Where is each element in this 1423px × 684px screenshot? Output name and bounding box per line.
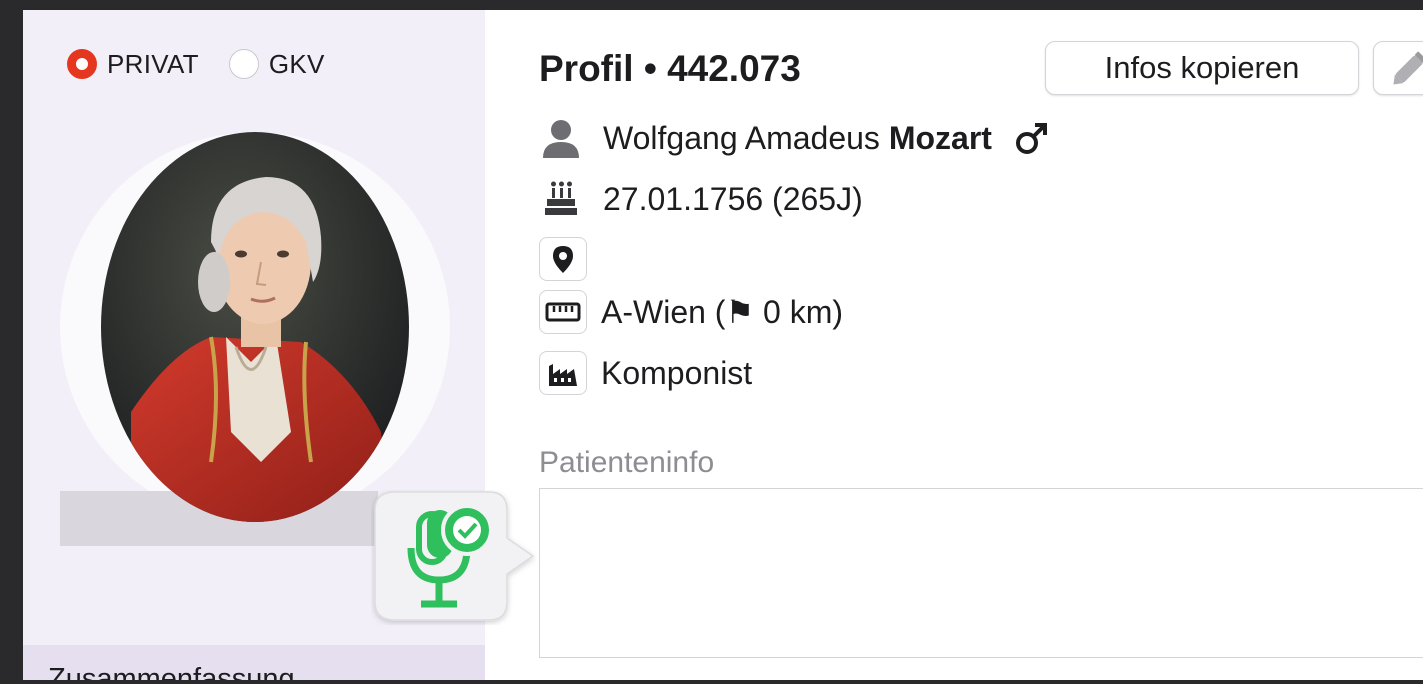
patient-last-name: Mozart bbox=[888, 119, 992, 156]
gender-indicator bbox=[1014, 120, 1050, 156]
portrait-image bbox=[101, 132, 409, 522]
ruler-icon bbox=[545, 302, 581, 322]
patient-info-field[interactable] bbox=[539, 488, 1423, 658]
tab-summary-label: Zusammenfassung bbox=[48, 663, 295, 680]
birth-date: 27.01.1756 (265J) bbox=[603, 180, 863, 217]
edit-button[interactable] bbox=[1373, 41, 1423, 95]
address-row bbox=[539, 235, 587, 283]
page-title: Profil • 442.073 bbox=[539, 48, 801, 89]
occupation-row: Komponist bbox=[539, 349, 752, 397]
radio-gkv-label: GKV bbox=[268, 48, 325, 79]
copy-info-button[interactable]: Infos kopieren bbox=[1045, 41, 1359, 95]
male-icon bbox=[1015, 123, 1047, 154]
insurance-radio-group: PRIVAT GKV bbox=[67, 48, 325, 80]
distance-button[interactable] bbox=[539, 290, 587, 334]
patient-info-label: Patienteninfo bbox=[539, 446, 715, 479]
location-button[interactable] bbox=[539, 237, 587, 281]
tab-summary[interactable]: Zusammenfassung bbox=[23, 645, 485, 680]
birth-row: 27.01.1756 (265J) bbox=[539, 175, 863, 223]
patient-window: PRIVAT GKV Zusammenfassung Profil • 442.… bbox=[23, 10, 1423, 680]
birthday-cake-icon bbox=[545, 181, 577, 215]
pencil-icon bbox=[1393, 51, 1423, 85]
radio-gkv-indicator bbox=[228, 49, 259, 79]
occupation-button[interactable] bbox=[539, 351, 587, 395]
distance-row: A-Wien (⚑ 0 km) bbox=[539, 288, 843, 336]
profile-panel: Profil • 442.073 Infos kopieren Wolfgang… bbox=[485, 10, 1423, 680]
name-row: Wolfgang Amadeus Mozart bbox=[539, 114, 1050, 162]
radio-gkv[interactable]: GKV bbox=[228, 48, 325, 80]
occupation-text: Komponist bbox=[601, 354, 753, 391]
microphone-check-icon bbox=[407, 504, 493, 608]
radio-privat-indicator bbox=[67, 49, 97, 79]
patient-first-name: Wolfgang Amadeus bbox=[603, 119, 880, 156]
location-pin-icon bbox=[553, 246, 573, 273]
avatar[interactable] bbox=[101, 132, 409, 522]
radio-privat[interactable]: PRIVAT bbox=[67, 49, 199, 80]
dictation-status-bubble[interactable] bbox=[371, 490, 537, 625]
patient-name: Wolfgang Amadeus Mozart bbox=[603, 120, 992, 157]
distance-text: A-Wien (⚑ 0 km) bbox=[601, 294, 844, 330]
radio-privat-label: PRIVAT bbox=[107, 48, 199, 79]
person-icon bbox=[543, 120, 579, 158]
factory-icon bbox=[549, 364, 577, 386]
